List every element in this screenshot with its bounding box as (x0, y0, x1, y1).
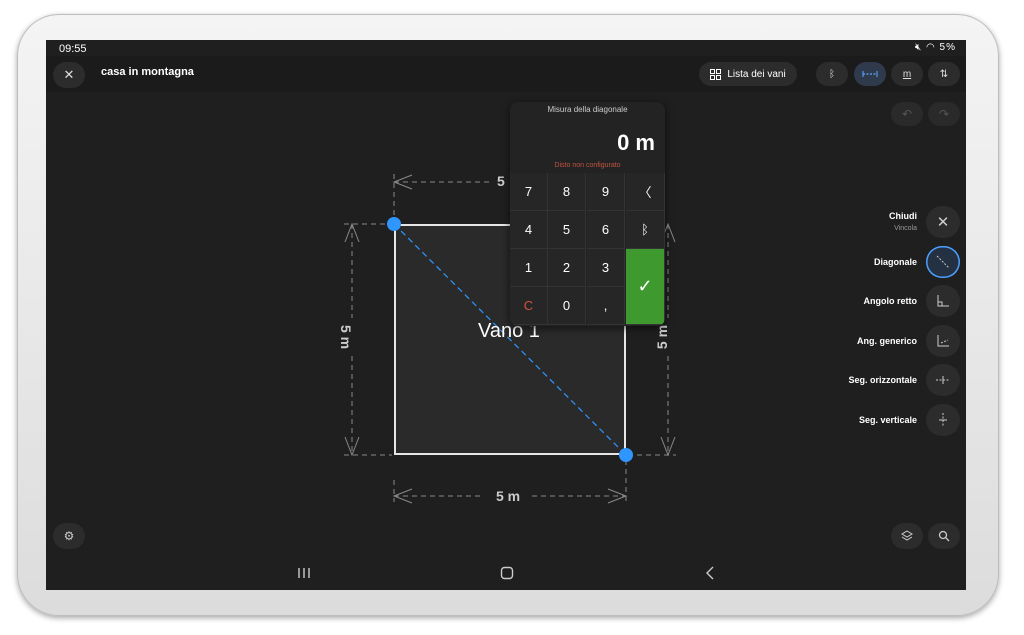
side-label-generic-angle: Ang. generico (856, 336, 917, 346)
key-1[interactable]: 1 (510, 249, 548, 287)
diagonal-keypad: Misura della diagonale 0 m Disto non con… (510, 102, 665, 326)
side-label-horizontal-segment: Seg. orizzontale (848, 375, 917, 385)
key-9[interactable]: 9 (587, 173, 625, 211)
vertical-segment-icon (939, 413, 947, 427)
nav-back-button[interactable] (705, 566, 715, 583)
dimension-top: 5 (497, 173, 505, 189)
side-generic-angle-button[interactable] (926, 325, 960, 357)
side-horizontal-segment-button[interactable] (926, 364, 960, 396)
close-icon: ✕ (936, 214, 950, 231)
bluetooth-key[interactable]: ᛒ (626, 211, 665, 249)
diagonal-icon (936, 255, 950, 269)
bluetooth-icon: ᛒ (641, 222, 649, 237)
settings-button[interactable]: ⚙ (53, 523, 85, 549)
side-vertical-segment-button[interactable] (926, 404, 960, 436)
generic-angle-icon (937, 335, 949, 347)
confirm-key[interactable]: ✓ (626, 249, 665, 325)
backspace-key[interactable]: 〈 (626, 173, 665, 211)
home-icon (500, 566, 514, 580)
nav-recents-button[interactable] (297, 566, 311, 582)
key-7[interactable]: 7 (510, 173, 548, 211)
layers-icon (901, 530, 913, 541)
right-angle-icon (937, 295, 949, 307)
key-4[interactable]: 4 (510, 211, 548, 249)
side-sublabel-constrain: Vincola (894, 225, 917, 232)
comma-key[interactable]: , (587, 287, 625, 325)
dimension-right: 5 m (654, 324, 671, 350)
nav-home-button[interactable] (500, 566, 514, 583)
dimension-bottom: 5 m (496, 488, 521, 504)
search-button[interactable] (928, 523, 960, 549)
back-icon (706, 566, 714, 580)
keypad-grid: 7 8 9 〈 4 5 6 ᛒ 1 2 3 ✓ C 0 , (510, 173, 665, 326)
layers-button[interactable] (891, 523, 923, 549)
backspace-icon: 〈 (638, 185, 652, 200)
side-label-diagonal: Diagonale (873, 257, 917, 267)
side-label-vertical-segment: Seg. verticale (858, 415, 917, 425)
side-label-right-angle: Angolo retto (863, 296, 918, 306)
keypad-title: Misura della diagonale (547, 105, 628, 114)
key-2[interactable]: 2 (548, 249, 586, 287)
key-0[interactable]: 0 (548, 287, 586, 325)
search-icon (938, 530, 950, 542)
corner-handle-top-left (387, 217, 401, 231)
app-screen: 09:55 🔇︎ ◠ 5% ✕ casa in montagna Lista d… (46, 40, 966, 590)
room-drawing (344, 174, 676, 504)
key-5[interactable]: 5 (548, 211, 586, 249)
recents-icon (298, 568, 310, 578)
keypad-warning: Disto non configurato (554, 162, 621, 169)
check-icon: ✓ (637, 276, 653, 296)
side-close-button[interactable]: ✕ (926, 206, 960, 238)
side-diagonal-button[interactable] (926, 246, 960, 278)
key-3[interactable]: 3 (587, 249, 625, 287)
horizontal-segment-icon (936, 376, 950, 384)
side-right-angle-button[interactable] (926, 285, 960, 317)
settings-icon: ⚙ (63, 529, 75, 543)
dimension-left: 5 m (338, 324, 355, 350)
key-8[interactable]: 8 (548, 173, 586, 211)
key-6[interactable]: 6 (587, 211, 625, 249)
keypad-value: 0 m (617, 130, 655, 155)
clear-key[interactable]: C (510, 287, 548, 325)
corner-handle-bottom-right (619, 448, 633, 462)
side-label-close: Chiudi (889, 211, 917, 221)
